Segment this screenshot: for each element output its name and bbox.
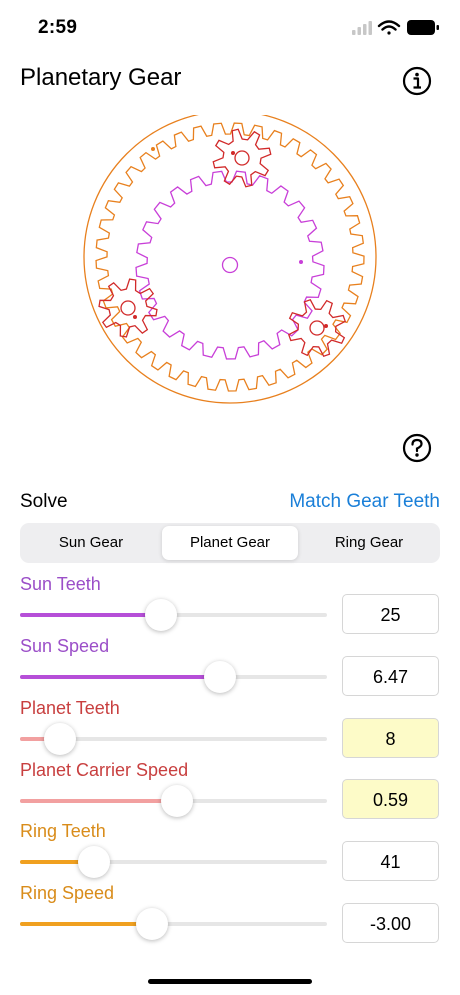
solve-segmented-control: Sun Gear Planet Gear Ring Gear	[20, 523, 440, 563]
slider-thumb[interactable]	[44, 723, 76, 755]
sun-speed-label: Sun Speed	[20, 636, 110, 656]
sun-teeth-value[interactable]: 25	[342, 594, 439, 634]
match-gear-teeth-link[interactable]: Match Gear Teeth	[289, 491, 440, 513]
planetary-gear-diagram	[83, 115, 377, 404]
planet-gears	[98, 128, 347, 358]
sun-speed-slider[interactable]	[20, 661, 327, 693]
status-icons	[352, 20, 439, 35]
ring-teeth-slider[interactable]	[20, 846, 327, 878]
planet-carrier-speed-value[interactable]: 0.59	[342, 779, 439, 819]
planet-carrier-speed-slider[interactable]	[20, 785, 327, 817]
slider-fill	[20, 613, 161, 617]
question-circle-icon[interactable]	[402, 433, 432, 463]
ring-speed-slider[interactable]	[20, 908, 327, 940]
slider-fill	[20, 675, 220, 679]
slider-thumb[interactable]	[136, 908, 168, 940]
ring-speed-value[interactable]: -3.00	[342, 903, 439, 943]
planet-marker-dot	[231, 151, 235, 155]
status-time: 2:59	[38, 17, 78, 38]
planet-gear-hub	[120, 300, 136, 316]
planet-gear-hub	[309, 320, 325, 336]
home-indicator	[148, 979, 312, 984]
slider-thumb[interactable]	[78, 846, 110, 878]
sun-speed-value[interactable]: 6.47	[342, 656, 439, 696]
status-bar: 2:59	[0, 0, 460, 56]
segment-planet-gear[interactable]: Planet Gear	[162, 526, 298, 560]
slider-fill	[20, 922, 152, 926]
planet-carrier-speed-label: Planet Carrier Speed	[20, 760, 189, 780]
sun-gear-hub	[221, 256, 239, 274]
planet-teeth-slider[interactable]	[20, 723, 327, 755]
ring-speed-label: Ring Speed	[20, 883, 115, 903]
page-title: Planetary Gear	[20, 64, 182, 91]
ring-teeth-value[interactable]: 41	[342, 841, 439, 881]
segment-sun-gear[interactable]: Sun Gear	[23, 526, 159, 560]
slider-thumb[interactable]	[145, 599, 177, 631]
wifi-icon	[377, 20, 401, 35]
segment-ring-gear[interactable]: Ring Gear	[301, 526, 437, 560]
planet-teeth-label: Planet Teeth	[20, 698, 120, 718]
info-icon[interactable]	[402, 66, 432, 96]
slider-fill	[20, 799, 177, 803]
slider-thumb[interactable]	[161, 785, 193, 817]
cellular-signal-icon	[352, 21, 372, 35]
solve-label: Solve	[20, 491, 68, 512]
sun-marker-dot	[299, 260, 303, 264]
ring-marker-dot	[151, 147, 155, 151]
sun-teeth-label: Sun Teeth	[20, 574, 101, 594]
planet-gear-hub	[234, 150, 250, 166]
battery-icon	[407, 20, 439, 35]
sun-teeth-slider[interactable]	[20, 599, 327, 631]
ring-teeth-label: Ring Teeth	[20, 821, 106, 841]
ring-gear-outer-rim	[83, 115, 377, 404]
planet-marker-dot	[133, 315, 137, 319]
planet-teeth-value[interactable]: 8	[342, 718, 439, 758]
planet-marker-dot	[324, 324, 328, 328]
slider-thumb[interactable]	[204, 661, 236, 693]
